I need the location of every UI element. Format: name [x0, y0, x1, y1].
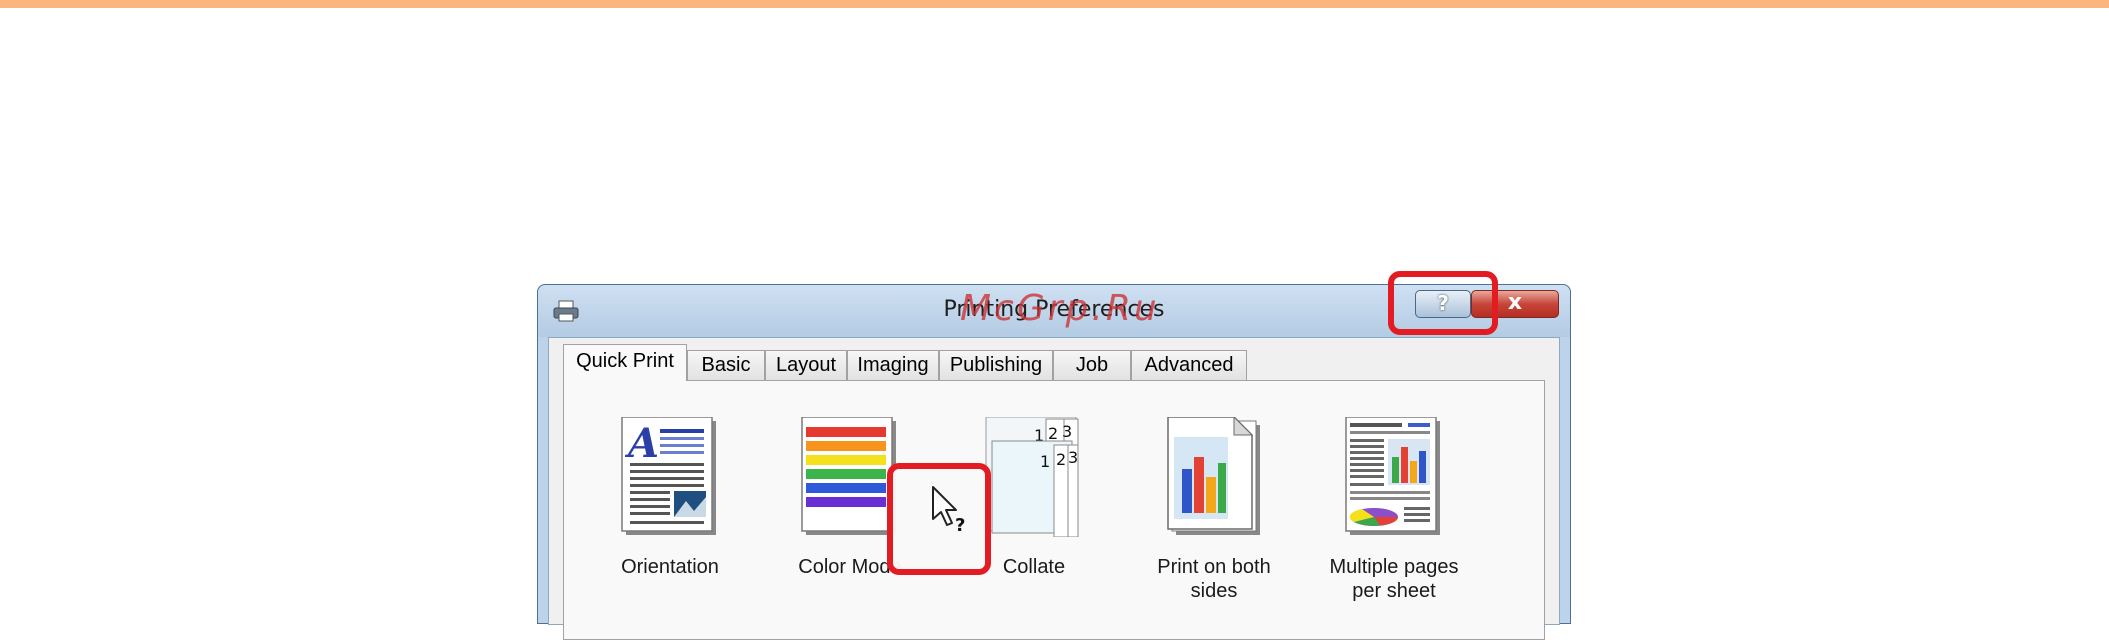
svg-text:3: 3 — [1068, 448, 1078, 467]
collate-icon: 2 3 1 2 3 1 — [985, 416, 1079, 538]
color-mode-icon — [801, 416, 896, 535]
multiple-pages-icon — [1345, 416, 1440, 535]
svg-text:?: ? — [955, 515, 965, 535]
help-button-highlight — [1388, 271, 1498, 335]
tab-job[interactable]: Job — [1053, 350, 1131, 380]
help-cursor-icon: ? — [932, 486, 965, 535]
svg-text:2: 2 — [1048, 424, 1058, 443]
dialog-client-area: Quick Print Basic Layout Imaging Publish… — [548, 337, 1560, 640]
svg-text:3: 3 — [1062, 422, 1072, 441]
printing-preferences-dialog: Printing Preferences ? x Quick Print Bas… — [537, 271, 1571, 640]
tab-imaging[interactable]: Imaging — [847, 350, 939, 380]
top-accent-bar — [0, 0, 2109, 8]
svg-text:1: 1 — [1040, 452, 1050, 471]
tab-advanced[interactable]: Advanced — [1131, 350, 1247, 380]
tab-quick-print[interactable]: Quick Print — [563, 344, 687, 381]
orientation-label: Orientation — [621, 556, 719, 578]
svg-text:2: 2 — [1056, 450, 1066, 469]
tab-publishing[interactable]: Publishing — [939, 350, 1053, 380]
multiple-pages-per-sheet-option[interactable]: Multiple pages per sheet — [1319, 416, 1469, 603]
svg-text:A: A — [624, 420, 659, 467]
help-cursor-highlight: ? — [887, 463, 991, 575]
print-on-both-sides-label: Print on both sides — [1157, 556, 1271, 602]
tab-layout[interactable]: Layout — [765, 350, 847, 380]
orientation-option[interactable]: A Orientation — [595, 416, 745, 579]
duplex-icon — [1167, 415, 1260, 535]
multiple-pages-per-sheet-label: Multiple pages per sheet — [1329, 556, 1459, 602]
orientation-icon: A — [621, 416, 716, 535]
tab-basic[interactable]: Basic — [687, 350, 765, 380]
quick-print-panel: A Orientation Color Mode 2 3 1 2 3 1 Col… — [563, 380, 1545, 640]
watermark: McGrp.Ru — [960, 288, 1160, 329]
print-on-both-sides-option[interactable]: Print on both sides — [1139, 415, 1289, 603]
